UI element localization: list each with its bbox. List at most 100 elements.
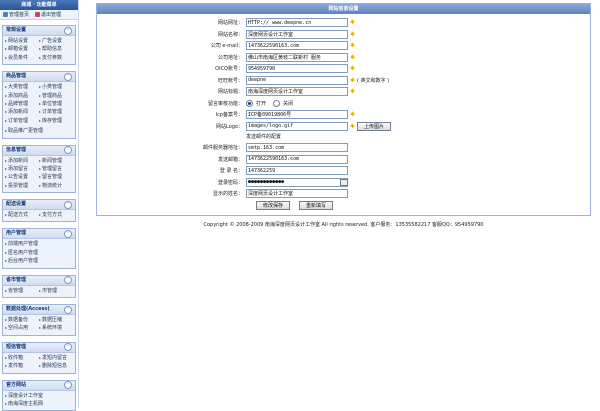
menu-group-title[interactable]: 商品管理 ˄ (3, 72, 75, 83)
menu-item[interactable]: 南海深度主机网 (5, 400, 73, 408)
company-email-input[interactable] (246, 41, 348, 51)
menu-item[interactable]: 支付参数 (39, 54, 73, 62)
menu-item[interactable]: 管理留言 (39, 165, 73, 173)
menu-item[interactable]: 前端用户管理 (5, 240, 73, 248)
row-site-title: 网站标题： ✱ (97, 86, 590, 98)
menu-item[interactable]: 库存管理 (39, 117, 73, 125)
menu-group-title[interactable]: 信息管理 ˄ (3, 145, 75, 156)
menu-item[interactable]: 物流统计 (39, 182, 73, 190)
menu-item[interactable]: 收件箱 (5, 354, 39, 362)
menu-item[interactable]: 大类管理 (5, 83, 39, 91)
logout-link[interactable]: 退出管理 (35, 11, 61, 18)
menu-item[interactable]: 会员条件 (5, 54, 39, 62)
chevron-up-icon[interactable]: ˄ (64, 26, 72, 35)
required-star-icon: ✱ (350, 30, 356, 38)
site-url-input[interactable] (246, 18, 348, 28)
save-button[interactable]: 修改保存 (256, 201, 291, 210)
logo-path-input[interactable] (246, 121, 348, 131)
chevron-up-icon[interactable]: ˄ (64, 200, 72, 209)
menu-item[interactable]: 公告设置 (5, 173, 39, 181)
menu-item[interactable]: 支付方式 (39, 211, 73, 219)
chevron-up-icon[interactable]: ˄ (64, 276, 72, 285)
menu-item[interactable]: 邮箱设置 (5, 45, 39, 53)
menu-item[interactable]: 发件箱 (5, 362, 39, 370)
menu-item[interactable]: 新闻管理 (39, 157, 73, 165)
menu-group-title[interactable]: 省市管理 ˄ (3, 275, 75, 286)
audit-on-radio[interactable] (246, 99, 253, 107)
menu-group-title[interactable]: 常规设置 ˄ (3, 26, 75, 36)
menu-item[interactable]: 单位管理 (39, 100, 73, 108)
menu-item[interactable]: 管理商品 (39, 92, 73, 100)
keyboard-icon[interactable] (340, 178, 348, 186)
menu-item[interactable]: 数据压缩 (39, 316, 73, 324)
audit-off-radio[interactable] (273, 99, 281, 107)
required-star-icon: ✱ (350, 88, 356, 96)
site-name-input[interactable] (246, 29, 348, 39)
menu-item[interactable]: 后台用户管理 (5, 257, 73, 265)
menu-group-title[interactable]: 配送设置 ˄ (3, 200, 75, 211)
menu-item[interactable]: 匿名用户管理 (5, 249, 73, 257)
menu-item[interactable]: 添加新闻 (5, 108, 39, 116)
smtp-server-input[interactable] (246, 143, 348, 153)
quick-links: 管理首页 退出管理 (0, 10, 78, 20)
reset-button[interactable]: 重新填写 (299, 201, 334, 210)
row-company-email: 公司 e-mail： ✱ (97, 40, 590, 52)
menu-item[interactable]: 删除短信息 (39, 362, 73, 370)
menu-item[interactable]: 取品推广更管理 (5, 127, 73, 135)
menu-item[interactable]: 省管理 (5, 287, 39, 295)
row-site-url: 网站网址： ✱ (97, 17, 590, 29)
oicq-input[interactable] (246, 64, 348, 74)
menu-item[interactable]: 深度设计工作室 (5, 392, 73, 400)
menu-item[interactable]: 系统环境 (39, 324, 73, 332)
menu-group-title[interactable]: 用户管理 ˄ (3, 229, 75, 240)
home-link[interactable]: 管理首页 (3, 11, 29, 18)
login-password-input[interactable] (246, 177, 348, 187)
sidebar-title: 商城 · 功能菜单 (0, 0, 78, 10)
company-address-input[interactable] (246, 52, 348, 62)
menu-group-delivery: 配送设置˄ 配送方式 支付方式 (2, 199, 76, 223)
site-title-input[interactable] (246, 87, 348, 97)
menu-group-title[interactable]: 官方网站 ˄ (3, 380, 75, 391)
menu-group-users: 用户管理˄ 前端用户管理 匿名用户管理 后台用户管理 (2, 228, 76, 269)
copyright-footer: Copyright © 2008-2009 南海深度网页设计工作室 All ri… (203, 221, 484, 228)
menu-item[interactable]: 投票管理 (5, 182, 39, 190)
menu-item[interactable]: 市管理 (39, 287, 73, 295)
chevron-up-icon[interactable]: ˄ (64, 229, 72, 238)
row-logo: 网站Logo： ✱上传图片 (97, 121, 590, 133)
chevron-up-icon[interactable]: ˄ (64, 381, 72, 390)
menu-item[interactable]: 留言管理 (39, 173, 73, 181)
row-sender: 发送邮箱： (97, 154, 590, 166)
menu-group-title[interactable]: 短信管理 ˄ (3, 342, 75, 353)
menu-item[interactable]: 添加商品 (5, 92, 39, 100)
main-content: 网站信息设置 网站网址： ✱ 网站名称： ✱ 公司 e-mail： ✱ 公司地址… (96, 3, 591, 228)
home-icon (3, 12, 8, 17)
menu-item[interactable]: 订单管理 (5, 117, 39, 125)
menu-item[interactable]: 配送方式 (5, 211, 39, 219)
chevron-up-icon[interactable]: ˄ (64, 146, 72, 155)
display-name-input[interactable] (246, 189, 348, 199)
menu-item[interactable]: 帮助信息 (39, 45, 73, 53)
owner-name-input[interactable] (246, 75, 348, 85)
chevron-up-icon[interactable]: ˄ (64, 343, 72, 352)
menu-item[interactable]: 添加留言 (5, 165, 39, 173)
menu-item[interactable]: 发短内留言 (39, 354, 73, 362)
menu-item[interactable]: 订单管理 (39, 108, 73, 116)
login-name-input[interactable] (246, 166, 348, 176)
menu-item[interactable]: 网站设置 (5, 37, 39, 45)
sender-email-input[interactable] (246, 154, 348, 164)
upload-image-button[interactable]: 上传图片 (357, 121, 392, 131)
row-login-name: 登 录 名： (97, 165, 590, 177)
chevron-up-icon[interactable]: ˄ (64, 72, 72, 81)
menu-item[interactable]: 空间占用 (5, 324, 39, 332)
owner-name-hint: ( 英文和数字 ) (357, 77, 390, 84)
menu-item[interactable]: 添加新闻 (5, 157, 39, 165)
required-star-icon: ✱ (350, 76, 356, 84)
menu-item[interactable]: 小类管理 (39, 83, 73, 91)
menu-group-title[interactable]: 数据处理(Access) ˄ (3, 305, 75, 316)
site-settings-panel: 网站信息设置 网站网址： ✱ 网站名称： ✱ 公司 e-mail： ✱ 公司地址… (96, 3, 591, 216)
menu-item[interactable]: 数据备份 (5, 316, 39, 324)
icp-input[interactable] (246, 110, 348, 120)
menu-item[interactable]: 品牌管理 (5, 100, 39, 108)
menu-item[interactable]: 广告设置 (39, 37, 73, 45)
chevron-up-icon[interactable]: ˄ (64, 305, 72, 314)
